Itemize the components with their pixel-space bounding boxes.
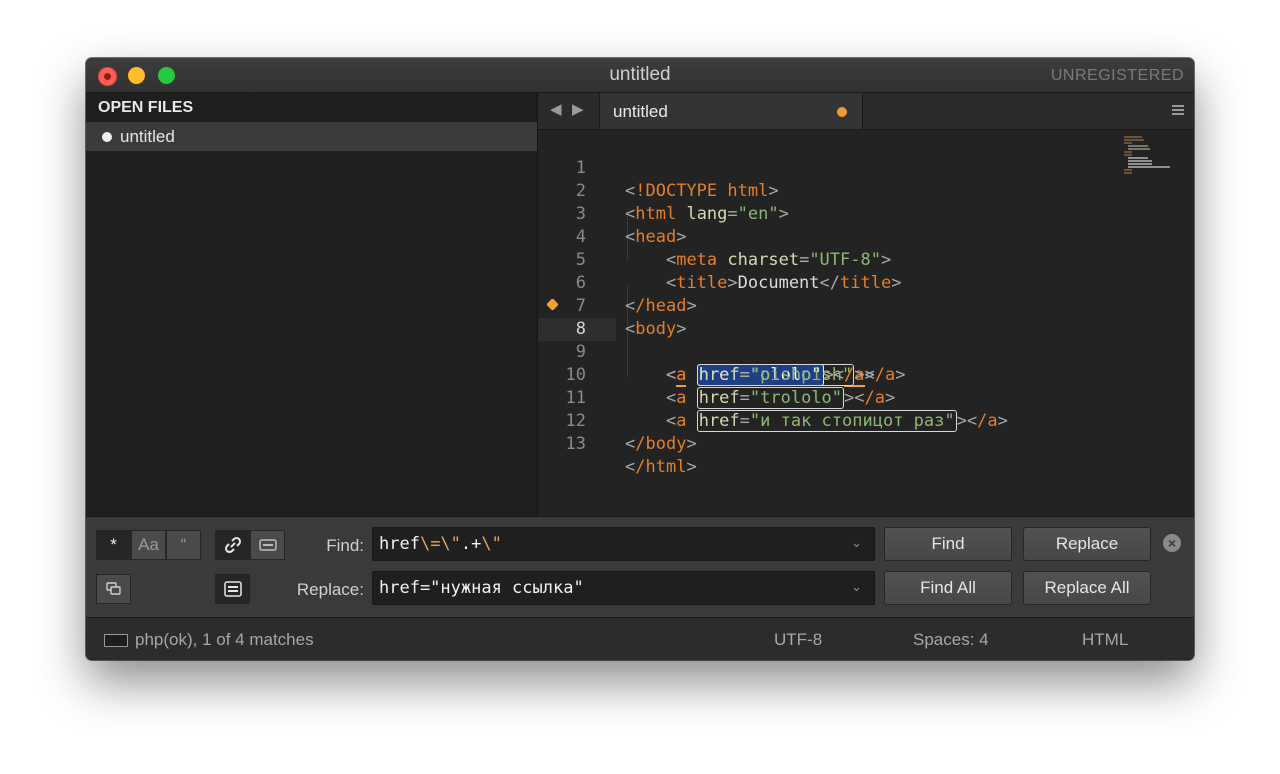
console-toggle-icon[interactable] xyxy=(104,634,128,647)
highlight-matches-toggle[interactable] xyxy=(215,574,250,604)
status-message: php(ok), 1 of 4 matches xyxy=(135,630,314,649)
unregistered-label: UNREGISTERED xyxy=(1050,67,1184,84)
sidebar-file-untitled[interactable]: untitled xyxy=(86,122,537,151)
indentation-selector[interactable]: Spaces: 4 xyxy=(913,618,989,660)
open-files-header: OPEN FILES xyxy=(98,99,194,116)
close-find-panel-icon[interactable]: × xyxy=(1163,534,1181,552)
tag-token: /body xyxy=(635,434,687,454)
preserve-case-icon xyxy=(105,582,121,595)
code-line: 11 <a href="и так стопицот раз" ></a> xyxy=(538,364,1194,432)
code-line: 6 </head> xyxy=(538,249,1194,316)
code-editor[interactable]: 1 <!DOCTYPE html> 2 <html lang="en"> 3 <… xyxy=(538,130,1194,515)
find-all-button[interactable]: Find All xyxy=(884,571,1012,605)
link-icon xyxy=(224,536,241,554)
line-number: 13 xyxy=(565,434,586,454)
regex-toggle[interactable]: * xyxy=(96,530,131,560)
wrap-toggle[interactable] xyxy=(215,530,250,560)
code-line: 7 <body> xyxy=(538,272,1194,339)
bookmark-icon[interactable] xyxy=(546,298,559,311)
tab-menu-icon[interactable] xyxy=(1172,105,1184,117)
sidebar: OPEN FILES untitled xyxy=(86,93,538,515)
modified-dot-icon[interactable] xyxy=(837,107,847,117)
selection-icon xyxy=(258,539,277,551)
tab-bar: ◀ ▶ untitled xyxy=(538,93,1194,130)
whole-word-toggle[interactable]: “ xyxy=(166,530,201,560)
syntax-selector[interactable]: HTML xyxy=(1082,618,1128,660)
tab-untitled[interactable]: untitled xyxy=(599,93,863,129)
title-bar: untitled UNREGISTERED xyxy=(86,58,1194,93)
code-line: 4 <meta charset="UTF-8"> xyxy=(538,203,1194,270)
code-line-current: 8 <a href="ololo" ></a> xyxy=(538,295,1194,387)
tab-label: untitled xyxy=(613,102,668,121)
find-replace-panel: * Aa “ Find: href\=\".+\" ⌄ Find Replace… xyxy=(86,516,1194,617)
tag-token: /html xyxy=(635,457,687,477)
replace-label: Replace: xyxy=(296,580,364,599)
find-button[interactable]: Find xyxy=(884,527,1012,561)
code-line: 13 </html> xyxy=(538,410,1194,477)
in-selection-toggle[interactable] xyxy=(250,530,285,560)
code-line: 3 <head> xyxy=(538,180,1194,247)
replace-input[interactable]: href="нужная ссылка" ⌄ xyxy=(372,571,875,605)
tab-back-arrow-icon[interactable]: ◀ xyxy=(550,100,562,118)
code-line: 1 <!DOCTYPE html> xyxy=(538,134,1194,201)
preserve-case-toggle[interactable] xyxy=(96,574,131,604)
window-title: untitled xyxy=(609,64,671,85)
case-sensitive-toggle[interactable]: Aa xyxy=(131,530,166,560)
unsaved-dot-icon xyxy=(102,131,112,142)
code-line: 9 <a href="pishpish" ></a> xyxy=(538,318,1194,386)
code-line: 2 <html lang="en"> xyxy=(538,157,1194,224)
tab-forward-arrow-icon[interactable]: ▶ xyxy=(572,100,584,118)
editor-window: untitled UNREGISTERED OPEN FILES untitle… xyxy=(86,58,1194,660)
minimap[interactable] xyxy=(1124,136,1182,176)
code-line: 12 </body> xyxy=(538,387,1194,454)
highlight-icon xyxy=(223,581,242,597)
find-input[interactable]: href\=\".+\" ⌄ xyxy=(372,527,875,561)
replace-button[interactable]: Replace xyxy=(1023,527,1151,561)
find-history-dropdown-icon[interactable]: ⌄ xyxy=(851,528,862,560)
encoding-selector[interactable]: UTF-8 xyxy=(774,618,822,660)
sidebar-file-label: untitled xyxy=(120,127,175,146)
code-line: 10 <a href="trololo" ></a> xyxy=(538,341,1194,409)
code-line: 5 <title>Document</title> xyxy=(538,226,1194,293)
find-label: Find: xyxy=(326,536,364,555)
replace-all-button[interactable]: Replace All xyxy=(1023,571,1151,605)
replace-history-dropdown-icon[interactable]: ⌄ xyxy=(851,572,862,604)
status-bar: php(ok), 1 of 4 matches UTF-8 Spaces: 4 … xyxy=(86,617,1194,660)
